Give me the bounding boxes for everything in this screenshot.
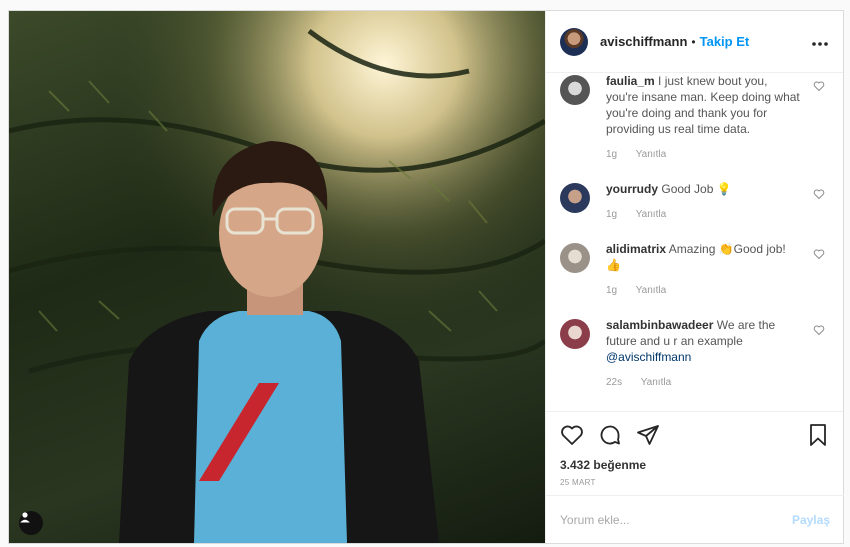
action-icons [560, 422, 829, 448]
comment-like-icon[interactable] [813, 247, 825, 265]
user-tag-icon [20, 512, 30, 523]
commenter-username[interactable]: yourrudy [606, 182, 658, 196]
reply-button[interactable]: Yanıtla [636, 149, 666, 160]
comment-item: yourrudy Good Job 💡 1g Yanıtla [560, 181, 829, 223]
comment-item: alidimatrix Amazing 👏Good job! 👍 1g Yanı… [560, 241, 829, 299]
comment-body: alidimatrix Amazing 👏Good job! 👍 1g Yanı… [606, 241, 802, 299]
post-header: avischiffmann • Takip Et [546, 11, 843, 73]
comment-text: Good Job 💡 [661, 182, 732, 196]
comment-like-icon[interactable] [813, 323, 825, 341]
reply-button[interactable]: Yanıtla [636, 209, 666, 220]
more-options-icon[interactable] [811, 31, 829, 52]
comment-like-icon[interactable] [813, 79, 825, 97]
bookmark-icon[interactable] [807, 423, 829, 447]
comment-meta: 1g Yanıtla [606, 283, 802, 299]
share-icon[interactable] [636, 423, 660, 447]
commenter-avatar[interactable] [560, 183, 590, 213]
author-username[interactable]: avischiffmann [600, 34, 687, 49]
comment-time: 1g [606, 209, 618, 220]
commenter-avatar[interactable] [560, 75, 590, 105]
reply-button[interactable]: Yanıtla [636, 285, 666, 296]
photo-illustration [9, 11, 545, 543]
commenter-username[interactable]: salambinbawadeer [606, 318, 713, 332]
add-comment-bar: Paylaş [546, 495, 844, 543]
user-tag-button[interactable] [19, 511, 43, 535]
comment-meta: 1g Yanıtla [606, 207, 802, 223]
post-comment-button[interactable]: Paylaş [792, 513, 830, 527]
reply-button[interactable]: Yanıtla [641, 377, 671, 388]
comment-time: 1g [606, 285, 618, 296]
comment-meta: 22s Yanıtla [606, 375, 802, 391]
comment-item: faulia_m I just knew bout you, you're in… [560, 73, 829, 163]
post-actions: 3.432 beğenme 25 MART [546, 411, 843, 493]
post-side-panel: avischiffmann • Takip Et faulia_m I just… [545, 11, 844, 543]
comment-mention-link[interactable]: @avischiffmann [606, 350, 691, 364]
commenter-username[interactable]: faulia_m [606, 74, 655, 88]
likes-count[interactable]: 3.432 beğenme [560, 458, 829, 472]
comment-body: faulia_m I just knew bout you, you're in… [606, 73, 802, 163]
comment-body: salambinbawadeer We are the future and u… [606, 317, 802, 391]
comment-like-icon[interactable] [813, 187, 825, 205]
comment-time: 1g [606, 149, 618, 160]
follow-button[interactable]: Takip Et [700, 34, 750, 49]
commenter-avatar[interactable] [560, 243, 590, 273]
comment-input[interactable] [560, 512, 760, 527]
commenter-avatar[interactable] [560, 319, 590, 349]
comment-body: yourrudy Good Job 💡 1g Yanıtla [606, 181, 802, 223]
comments-list[interactable]: faulia_m I just knew bout you, you're in… [546, 73, 843, 411]
commenter-username[interactable]: alidimatrix [606, 242, 666, 256]
comment-meta: 1g Yanıtla [606, 147, 802, 163]
post-card: avischiffmann • Takip Et faulia_m I just… [8, 10, 844, 544]
author-avatar[interactable] [560, 27, 588, 56]
comment-item: salambinbawadeer We are the future and u… [560, 317, 829, 391]
post-photo[interactable] [9, 11, 545, 543]
post-date: 25 MART [560, 478, 596, 487]
comment-icon[interactable] [598, 423, 622, 447]
header-separator: • [691, 34, 696, 49]
heart-icon[interactable] [560, 423, 584, 447]
comment-time: 22s [606, 377, 623, 388]
